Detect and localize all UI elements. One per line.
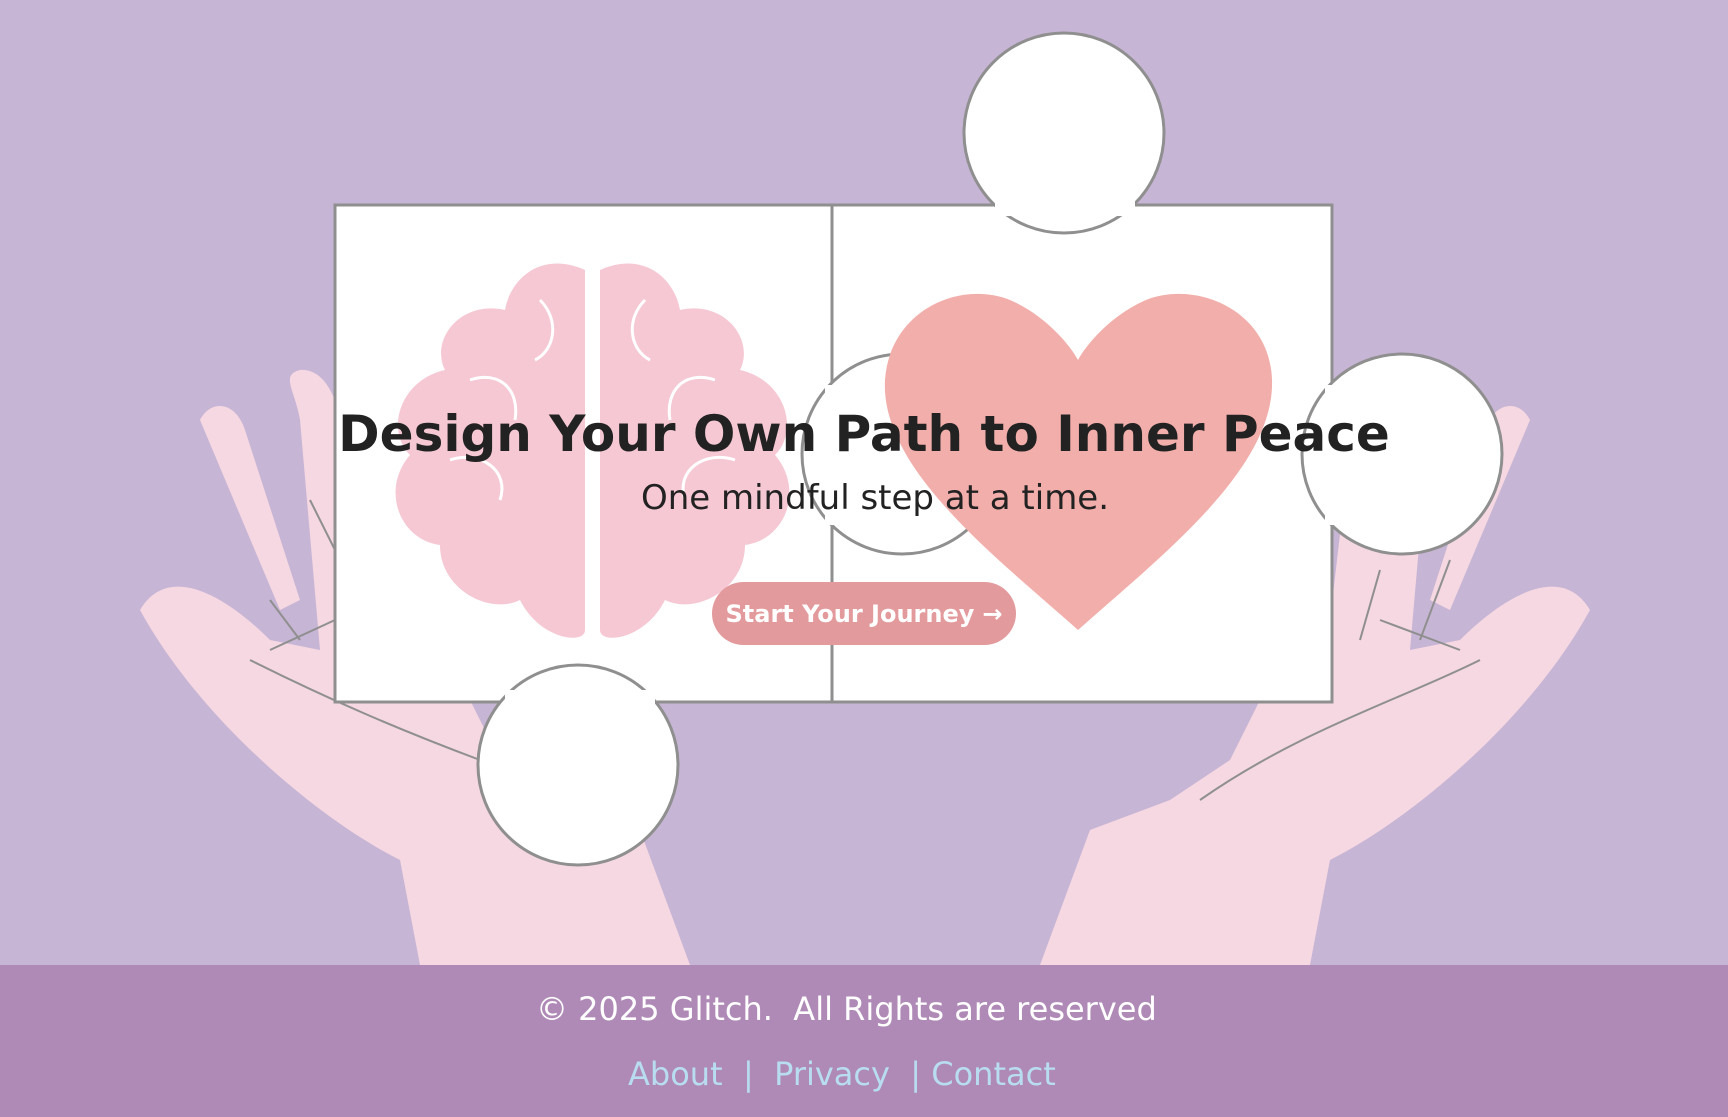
start-journey-button[interactable]: Start Your Journey → — [712, 582, 1016, 645]
footer-link-privacy[interactable]: Privacy — [774, 1055, 890, 1093]
footer: © 2025 Glitch. All Rights are reserved A… — [0, 965, 1728, 1117]
footer-link-about[interactable]: About — [628, 1055, 723, 1093]
link-separator: | — [742, 1055, 754, 1093]
arrow-right-icon: → — [982, 599, 1003, 628]
cta-label: Start Your Journey — [725, 599, 975, 628]
hero-title: Design Your Own Path to Inner Peace — [338, 405, 1390, 463]
copyright-text: © 2025 Glitch. All Rights are reserved — [536, 990, 1157, 1028]
footer-link-contact[interactable]: Contact — [931, 1055, 1056, 1093]
link-separator: | — [910, 1055, 922, 1093]
hero-subtitle: One mindful step at a time. — [640, 478, 1110, 518]
footer-links: About | Privacy | Contact — [628, 1055, 1056, 1093]
hero-section: Design Your Own Path to Inner Peace One … — [0, 0, 1728, 965]
